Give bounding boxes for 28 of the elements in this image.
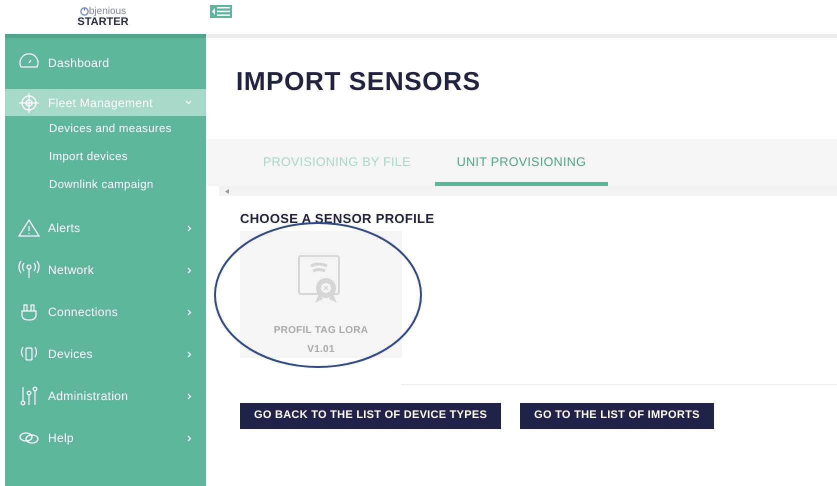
action-button[interactable]: GO BACK TO THE LIST OF DEVICE TYPES [240,402,502,428]
sidebar-item[interactable]: Administration [5,375,206,417]
logo-edition: STARTER [77,16,129,28]
profile-version: V1.01 [307,342,335,356]
sidebar-item[interactable]: Help [5,417,206,459]
antenna-icon [18,259,40,281]
crosshair-icon [18,92,40,114]
sidebar-item[interactable]: Alerts [5,207,206,249]
page-title: IMPORT SENSORS [236,65,481,98]
sliders-icon [18,385,40,407]
sidebar-item[interactable]: Connections [5,291,206,333]
warning-icon [18,217,40,239]
scroll-left-icon[interactable] [225,188,229,194]
power-icon [80,7,89,16]
profile-name: PROFIL TAG LORA [274,324,368,338]
menu-toggle-icon[interactable] [210,4,232,18]
submenu-item[interactable]: Downlink campaign [5,172,206,200]
action-button[interactable]: GO TO THE LIST OF IMPORTS [520,402,714,428]
tab[interactable]: PROVISIONING BY FILE [241,139,433,186]
section-title: CHOOSE A SENSOR PROFILE [240,210,434,228]
sidebar-item[interactable]: Devices [5,333,206,375]
sidebar-item[interactable]: Dashboard [5,40,206,86]
sidebar-item[interactable]: Fleet Management [5,89,206,116]
tab-scroll-bar[interactable] [219,186,837,196]
submenu-item[interactable]: Import devices [5,144,206,172]
logo-brand: bjenious [88,6,126,16]
submenu-item[interactable]: Devices and measures [5,116,206,144]
sidebar-item[interactable]: Network [5,249,206,291]
